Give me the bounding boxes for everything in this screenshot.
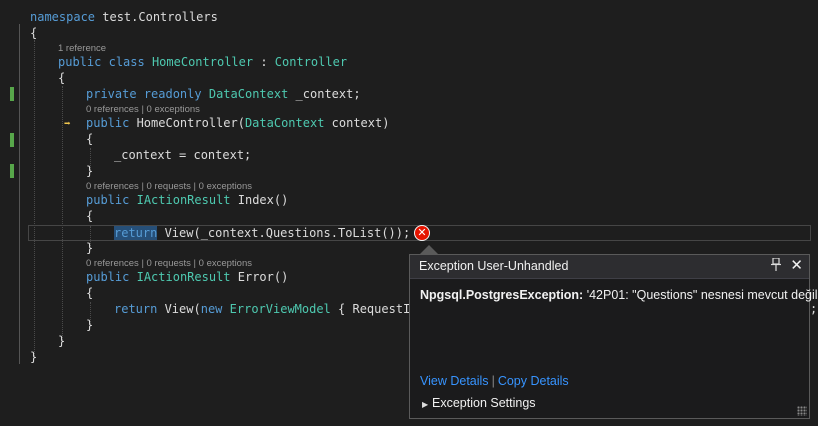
exception-settings-toggle[interactable]: ▶ Exception Settings	[422, 396, 536, 410]
error-icon[interactable]: ✕	[414, 225, 430, 241]
code-token: {	[86, 132, 94, 146]
code-token: _context = context;	[114, 148, 252, 162]
code-token: { RequestId	[330, 302, 418, 316]
code-token: }	[86, 241, 94, 255]
code-token: public	[86, 193, 130, 207]
code-token: {	[30, 26, 38, 40]
code-line[interactable]: {	[86, 132, 818, 147]
code-token: Controller	[274, 55, 348, 69]
code-token: class	[108, 55, 145, 69]
code-token: {	[86, 286, 94, 300]
code-token: test.Controllers	[95, 10, 218, 24]
change-marker	[10, 164, 14, 178]
code-line[interactable]: {	[58, 71, 818, 86]
link-separator: |	[491, 374, 495, 388]
code-token: HomeController	[151, 55, 254, 69]
indent-guide	[62, 86, 63, 342]
exception-message: Npgsql.PostgresException: '42P01: "Quest…	[420, 288, 818, 302]
code-token: {	[86, 209, 94, 223]
popup-header: Exception User-Unhandled ✕	[410, 255, 809, 279]
popup-title: Exception User-Unhandled	[419, 259, 569, 273]
code-token: View(_context.Questions.ToList());	[157, 226, 411, 240]
code-lens[interactable]: 0 references | 0 exceptions	[86, 103, 818, 116]
change-marker	[10, 87, 14, 101]
code-token: IActionResult	[136, 193, 231, 207]
code-line[interactable]: _context = context;	[114, 148, 818, 163]
close-icon[interactable]: ✕	[790, 256, 803, 274]
code-line[interactable]: {	[86, 209, 818, 224]
exception-type: Npgsql.PostgresException:	[420, 288, 584, 302]
code-token: ErrorViewModel	[229, 302, 331, 316]
code-token: }	[86, 318, 94, 332]
exception-text: '42P01: "Questions" nesnesi mevcut değil…	[583, 288, 818, 302]
code-token: private	[86, 87, 137, 101]
code-line[interactable]: private readonly DataContext _context;	[86, 87, 818, 102]
code-token: HomeController(	[129, 116, 245, 130]
code-token: IActionResult	[136, 270, 231, 284]
code-token: Error()	[230, 270, 289, 284]
code-line[interactable]: {	[30, 26, 818, 41]
code-line[interactable]: public HomeController(DataContext contex…	[86, 116, 818, 131]
arrow-icon: ➡	[64, 117, 71, 130]
code-line[interactable]: public IActionResult Index()	[86, 193, 818, 208]
popup-links: View Details | Copy Details	[420, 374, 569, 388]
code-token: readonly	[143, 87, 202, 101]
code-token: DataContext	[208, 87, 289, 101]
resize-grip-icon[interactable]	[797, 406, 807, 416]
code-line[interactable]: namespace test.Controllers	[30, 10, 818, 25]
code-token: public	[86, 270, 130, 284]
code-line[interactable]: ;	[810, 302, 818, 317]
indent-guide	[34, 40, 35, 358]
code-token: public	[58, 55, 102, 69]
code-token: return	[114, 302, 158, 316]
code-token: public	[86, 116, 130, 130]
exception-settings-label: Exception Settings	[432, 396, 536, 410]
code-token: }	[58, 334, 66, 348]
code-token: Index()	[230, 193, 289, 207]
code-line[interactable]: public class HomeController : Controller	[58, 55, 818, 70]
code-token: context)	[324, 116, 390, 130]
code-lens[interactable]: 1 reference	[58, 42, 818, 55]
code-token: return	[114, 226, 158, 240]
exception-popup: Exception User-Unhandled ✕ Npgsql.Postgr…	[409, 254, 818, 419]
expand-triangle-icon: ▶	[422, 400, 429, 409]
popup-pointer	[420, 245, 438, 254]
code-token: View(	[157, 302, 201, 316]
copy-details-link[interactable]: Copy Details	[498, 374, 569, 388]
view-details-link[interactable]: View Details	[420, 374, 489, 388]
code-token: DataContext	[244, 116, 325, 130]
code-token: _context;	[288, 87, 361, 101]
code-token: {	[58, 71, 66, 85]
code-token: namespace	[30, 10, 96, 24]
code-lens[interactable]: 0 references | 0 requests | 0 exceptions	[86, 180, 818, 193]
code-token: ;	[810, 302, 818, 316]
code-line[interactable]: }	[86, 164, 818, 179]
code-token: :	[253, 55, 275, 69]
code-token: }	[30, 350, 38, 364]
code-token: new	[200, 302, 223, 316]
fold-line-namespace	[19, 24, 20, 364]
code-line-current[interactable]: return View(_context.Questions.ToList())…	[114, 226, 818, 241]
code-token: }	[86, 164, 94, 178]
pin-icon[interactable]	[771, 257, 781, 274]
change-marker	[10, 133, 14, 147]
